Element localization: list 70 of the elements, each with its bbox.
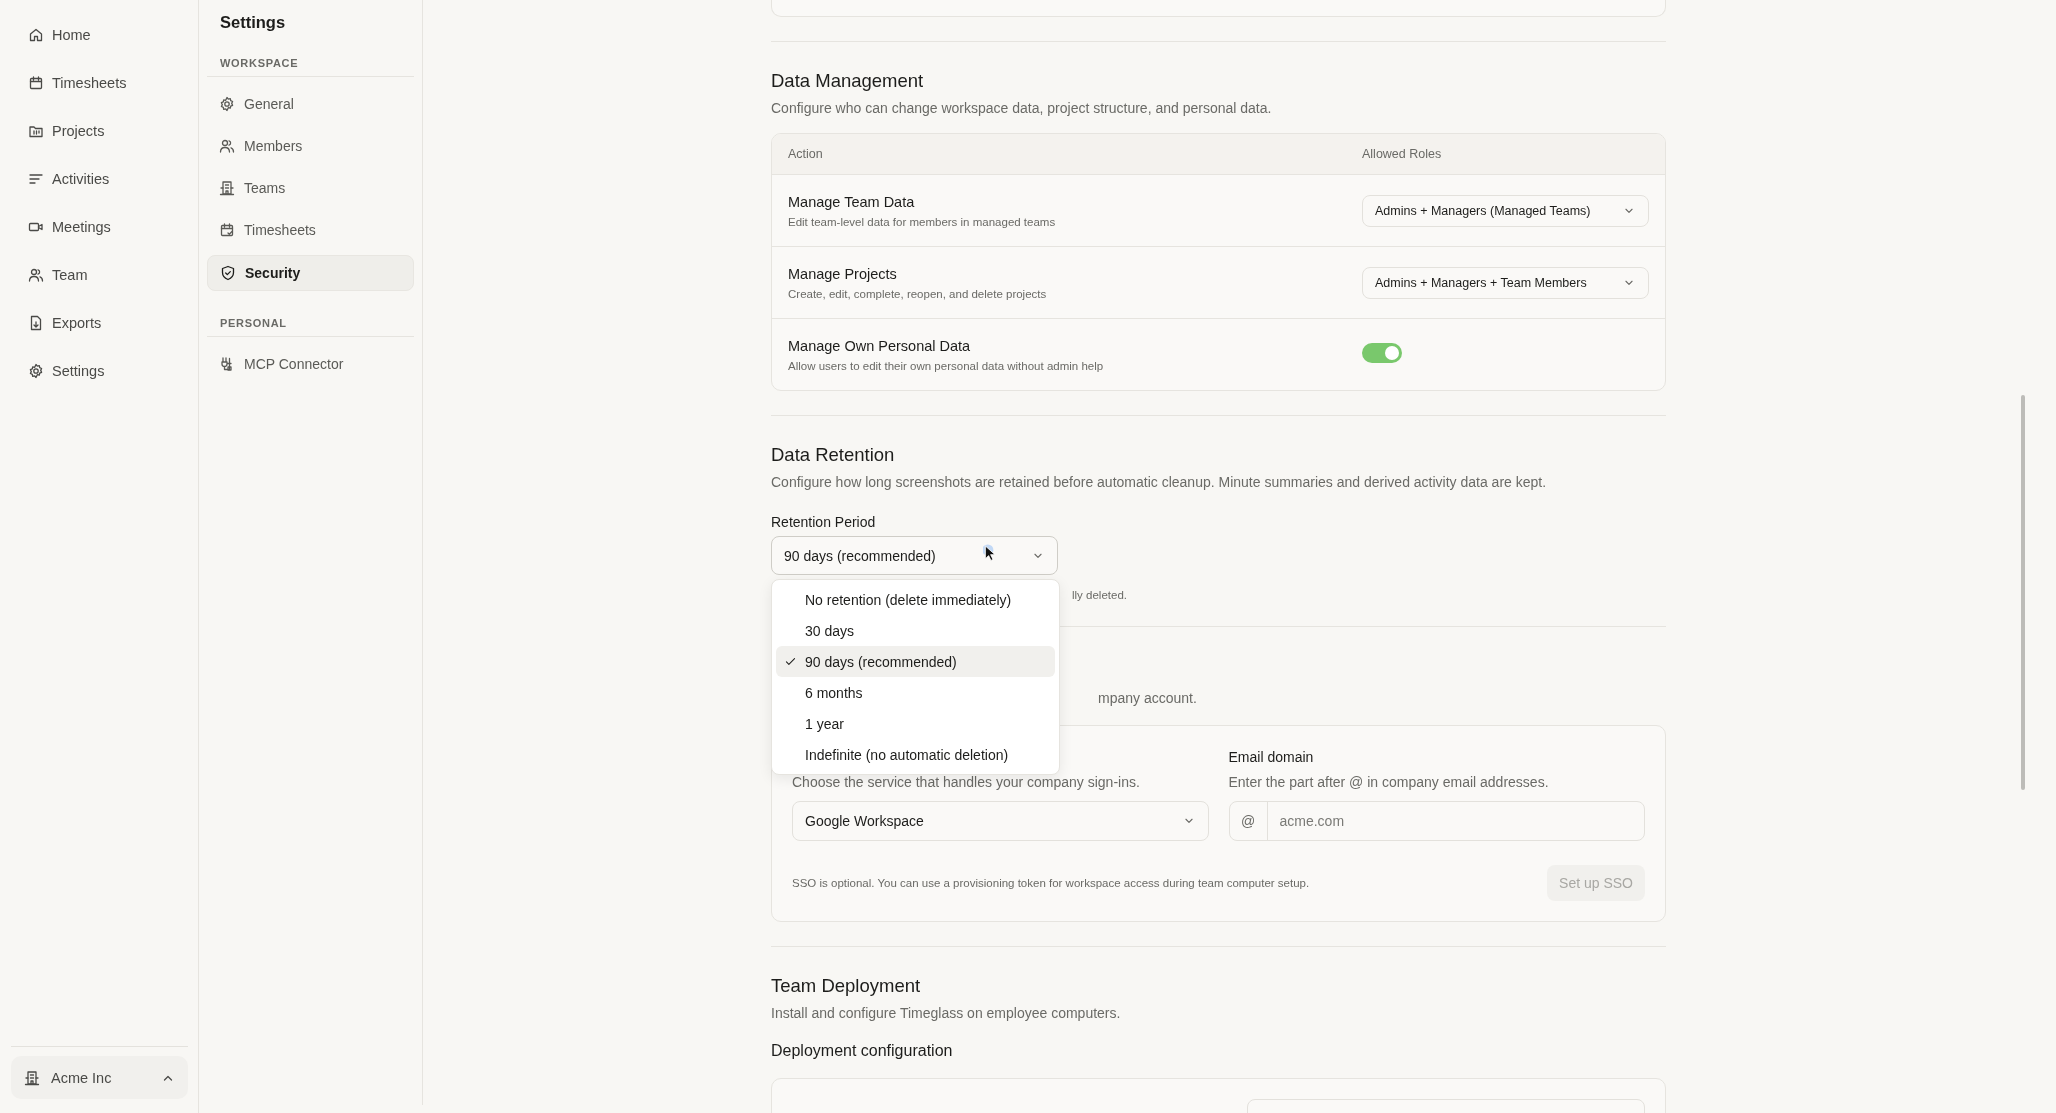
panel-menu-item[interactable]: General [207,87,414,121]
provider-dropdown[interactable]: Google Workspace [792,801,1209,841]
section-description: Configure who can change workspace data, project structure, and personal data. [771,99,1273,117]
home-icon [28,27,44,43]
row-title: Manage Team Data [788,193,916,210]
calendar-icon [28,75,44,91]
scrollbar-thumb[interactable] [2021,395,2025,790]
field-hint: Enter the part after @ in company email addresses. [1228,774,1550,790]
section-label: PERSONAL [207,317,414,337]
nav-item[interactable]: Settings [11,355,188,387]
row-title: Manage Own Personal Data [788,337,972,354]
panel-menu-item[interactable]: Teams [207,171,414,205]
lines-icon [28,171,44,187]
file-icon [28,315,44,331]
row-description: Edit team-level data for members in managed teams [788,215,1057,228]
role-dropdown[interactable]: Admins + Managers + Team Members [1362,266,1649,299]
section-description: Configure how long screenshots are retained before automatic cleanup. Minute summaries and derived activity data are kept. [771,473,1548,491]
panel-menu-item[interactable]: MCP Connector [207,347,414,381]
calcheck-icon [219,222,235,238]
gear-icon [28,363,44,379]
email-domain-input[interactable]: acme.com [1267,802,1644,840]
section-title: Team Deployment [771,975,922,997]
panel-menu-item[interactable]: Timesheets [207,213,414,247]
nav-item[interactable]: Timesheets [11,67,188,99]
nav-item[interactable]: Meetings [11,211,188,243]
section-description: mpany account. [1098,689,1198,707]
gear-icon [219,96,235,112]
nav-item[interactable]: Exports [11,307,188,339]
dropdown-option[interactable]: 6 months [776,677,1055,708]
section-description: Install and configure Timeglass on employee computers. [771,1004,1122,1022]
panel-title: Settings [220,13,287,33]
at-prefix: @ [1229,802,1268,840]
plug-icon [219,356,235,372]
dropdown-option[interactable]: 30 days [776,615,1055,646]
dropdown-option[interactable]: 1 year [776,708,1055,739]
field-hint: lly deleted. [1072,589,1127,601]
row-title: Manage Projects [788,265,898,282]
workspace-switcher[interactable]: Acme Inc [11,1056,188,1099]
users-icon [219,138,235,154]
dropdown-option[interactable]: 90 days (recommended) [776,646,1055,677]
retention-dropdown[interactable]: 90 days (recommended) [771,536,1058,575]
check-icon [784,655,797,668]
subsection-title: Deployment configuration [771,1042,954,1060]
section-label: WORKSPACE [207,57,414,77]
nav-item[interactable]: Projects [11,115,188,147]
folder-icon [28,123,44,139]
section-title: Data Management [771,70,925,92]
row-description: Allow users to edit their own personal data without admin help [788,359,1105,372]
column-header: Action [787,147,824,161]
nav-item[interactable]: Team [11,259,188,291]
sso-note: SSO is optional. You can use a provisioning token for workspace access during team computer setup. [792,877,1310,889]
field-label: Retention Period [771,514,877,531]
users-icon [28,267,44,283]
dropdown-option[interactable]: No retention (delete immediately) [776,584,1055,615]
field-label: Email domain [1228,749,1315,766]
nav-item[interactable]: Home [11,19,188,51]
role-dropdown[interactable]: Admins + Managers (Managed Teams) [1362,194,1649,227]
email-domain-field[interactable]: @ acme.com [1228,801,1645,841]
row-description: Create, edit, complete, reopen, and delete projects [788,287,1048,300]
column-header: Allowed Roles [1362,147,1443,161]
dropdown-option[interactable]: Indefinite (no automatic deletion) [776,739,1055,770]
shield-icon [220,265,236,281]
field-hint: Choose the service that handles your company sign-ins. [792,774,1141,790]
panel-menu-item[interactable]: Security [207,255,414,291]
building-icon [24,1069,40,1086]
toggle-switch[interactable] [1362,342,1402,363]
section-title: Data Retention [771,444,896,466]
nav-item[interactable]: Activities [11,163,188,195]
panel-menu-item[interactable]: Members [207,129,414,163]
building-icon [219,180,235,196]
